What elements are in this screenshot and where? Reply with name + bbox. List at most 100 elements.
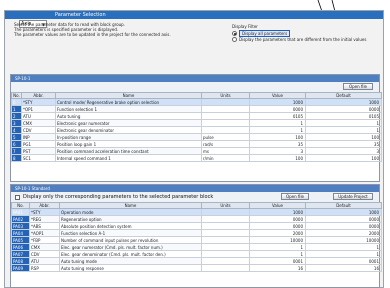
- row-number: PA02: [11, 215, 30, 223]
- row-value[interactable]: 1000: [249, 208, 306, 216]
- row-value[interactable]: 1: [249, 243, 306, 251]
- row-abbr: CMX: [21, 119, 56, 127]
- row-abbr: CMX: [29, 243, 60, 251]
- table-row[interactable]: 8 SC1 Internal speed command 1 r/min 100 100: [11, 154, 382, 162]
- row-value[interactable]: 0000: [249, 222, 306, 230]
- row-value[interactable]: 100: [249, 133, 306, 141]
- row-value[interactable]: 10000: [249, 236, 306, 244]
- row-default: 10000: [305, 236, 382, 244]
- row-units: [201, 215, 250, 223]
- table-row[interactable]: 7 PST Position command acceleration time c…: [11, 147, 382, 155]
- row-name: Auto tuning: [55, 112, 202, 120]
- radio-icon[interactable]: [232, 36, 237, 42]
- row-name: Electronic gear denominator: [55, 126, 202, 134]
- row-abbr: ATU: [21, 112, 56, 120]
- table-row[interactable]: 1 *OP1 Function selection 1 0000 0000: [11, 105, 382, 113]
- radio-selected-icon[interactable]: [232, 30, 237, 36]
- table-row[interactable]: PA02 *REG Regenerative option 0000 0000: [11, 215, 382, 223]
- row-units: [201, 222, 250, 230]
- checkbox-icon[interactable]: [15, 194, 20, 200]
- row-default: 35: [305, 140, 382, 148]
- row-value[interactable]: 100: [249, 154, 306, 162]
- row-default: 100: [305, 133, 382, 141]
- row-name: Position command acceleration time const…: [55, 147, 202, 155]
- open-file-button[interactable]: Open file: [343, 83, 373, 90]
- display-filter: Display Filter Display all parameters Di…: [232, 24, 377, 42]
- row-abbr: RSP: [29, 264, 60, 272]
- row-name: Elec. gear numerator (Cmd. pls. mult. fa…: [59, 243, 202, 251]
- row-value[interactable]: 16: [249, 264, 306, 272]
- update-project-button[interactable]: Update Project: [333, 193, 373, 200]
- row-units: rad/s: [201, 140, 250, 148]
- table-row[interactable]: 3 CMX Electronic gear numerator 1 1: [11, 119, 382, 127]
- table-row[interactable]: PA07 CDV Elec. gear denominator (Cmd. pls.…: [11, 250, 382, 258]
- row-abbr: CDV: [21, 126, 56, 134]
- table-row[interactable]: PA09 RSP Auto tuning response 16 16: [11, 264, 382, 272]
- row-abbr: *REG: [29, 215, 60, 223]
- row-units: [201, 229, 250, 237]
- row-value[interactable]: 0000: [249, 215, 306, 223]
- table-row[interactable]: PA05 *FBP Number of command input pulses p…: [11, 236, 382, 244]
- display-diff-option[interactable]: Display the parameters that are differen…: [232, 36, 377, 42]
- table-row[interactable]: 5 INP In-position range pulse 100 100: [11, 133, 382, 141]
- row-default: 0105: [305, 112, 382, 120]
- row-default: 2000: [305, 229, 382, 237]
- table-row[interactable]: PA01 *STY Operation mode 1000 1000: [11, 208, 382, 216]
- title-bar: Parameter Selection: [5, 11, 383, 19]
- row-value[interactable]: 1000: [249, 98, 306, 106]
- row-value[interactable]: 2000: [249, 229, 306, 237]
- row-abbr: PST: [21, 147, 56, 155]
- row-value[interactable]: 3: [249, 147, 306, 155]
- row-name: Auto tuning response: [59, 264, 202, 272]
- table-row[interactable]: PA06 CMX Elec. gear numerator (Cmd. pls. m…: [11, 243, 382, 251]
- row-value[interactable]: 0001: [249, 257, 306, 265]
- row-value[interactable]: 0105: [249, 112, 306, 120]
- instructions: Select the parameter data for to read wi…: [14, 22, 194, 37]
- row-abbr: *STY: [29, 208, 60, 216]
- source-panel-bar: Open file: [11, 82, 379, 92]
- row-default: 1: [305, 126, 382, 134]
- row-number: 8: [11, 154, 22, 162]
- row-value[interactable]: 0000: [249, 105, 306, 113]
- row-value[interactable]: 1: [249, 126, 306, 134]
- window-title: Parameter Selection: [55, 12, 106, 18]
- row-default: 0000: [305, 222, 382, 230]
- row-number: PA07: [11, 250, 30, 258]
- target-parameter-panel: SP-10-1 Standard Display only the corres…: [10, 184, 382, 288]
- row-units: [201, 112, 250, 120]
- row-default: 16: [305, 264, 382, 272]
- row-number: 6: [11, 140, 22, 148]
- row-units: [201, 119, 250, 127]
- row-number: PA09: [11, 264, 30, 272]
- row-abbr: *OP1: [21, 105, 56, 113]
- row-name: Control mode/ Regenerative brake option …: [55, 98, 202, 106]
- table-row[interactable]: 6 PG1 Position loop gain 1 rad/s 35 35: [11, 140, 382, 148]
- row-units: [201, 250, 250, 258]
- row-name: Auto tuning mode: [59, 257, 202, 265]
- table-row[interactable]: 0 *STY Control mode/ Regenerative brake op…: [11, 98, 382, 106]
- display-diff-label: Display the parameters that are differen…: [239, 36, 367, 42]
- row-abbr: *FBP: [29, 236, 60, 244]
- row-number: PA08: [11, 257, 30, 265]
- row-name: Internal speed command 1: [55, 154, 202, 162]
- table-row[interactable]: 4 CDV Electronic gear denominator 1 1: [11, 126, 382, 134]
- row-number: PA06: [11, 243, 30, 251]
- instruction-line: The parameter values are to be updated i…: [14, 32, 171, 37]
- row-units: [201, 105, 250, 113]
- table-row[interactable]: PA03 *ABS Absolute position detection syst…: [11, 222, 382, 230]
- row-units: [201, 98, 250, 106]
- source-parameter-table: No. Abbr. Name Units Value Default 0 *STY…: [11, 92, 382, 162]
- open-file-button[interactable]: Open file: [281, 193, 309, 200]
- row-number: 3: [11, 119, 22, 127]
- table-row[interactable]: PA08 ATU Auto tuning mode 0001 0001: [11, 257, 382, 265]
- row-value[interactable]: 35: [249, 140, 306, 148]
- table-row[interactable]: PA04 *AOP1 Function selection A-1 2000 2000: [11, 229, 382, 237]
- table-row[interactable]: 2 ATU Auto tuning 0105 0105: [11, 112, 382, 120]
- row-value[interactable]: 1: [249, 250, 306, 258]
- row-value[interactable]: 1: [249, 119, 306, 127]
- row-number: 4: [11, 126, 22, 134]
- target-panel-bar: Display only the corresponding parameter…: [11, 192, 379, 202]
- target-parameter-table: No. Abbr. Name Units Value Default PA01 *…: [11, 202, 382, 272]
- row-default: 1: [305, 119, 382, 127]
- display-filter-label: Display Filter: [232, 24, 258, 29]
